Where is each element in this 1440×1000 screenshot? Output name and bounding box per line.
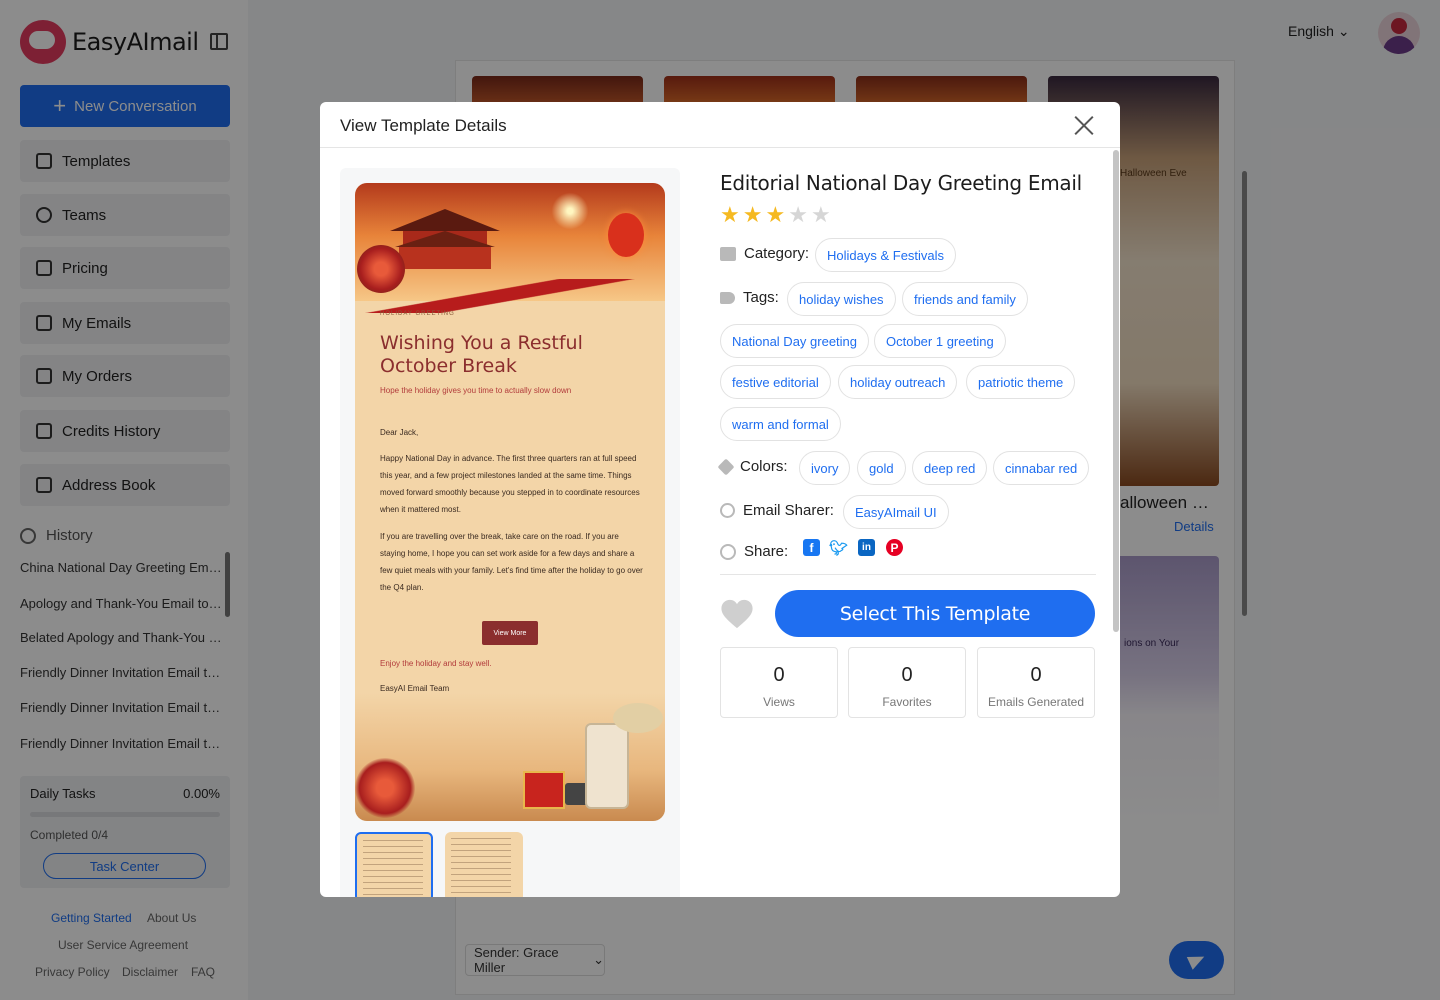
brush-icon: [717, 458, 735, 475]
stat-value: 0: [773, 664, 785, 686]
thumbnail-content: [363, 840, 423, 897]
color-chip[interactable]: cinnabar red: [993, 451, 1090, 485]
gift-box-icon: [523, 771, 565, 809]
color-chip[interactable]: ivory: [799, 451, 851, 485]
template-details-modal: View Template Details HOLIDAY GREETING W…: [320, 102, 1120, 897]
linkedin-icon[interactable]: in: [858, 539, 875, 556]
preview-greeting: Dear Jack,: [380, 428, 419, 437]
category-label: Category:: [744, 245, 810, 262]
stat-value: 0: [1030, 664, 1042, 686]
hat-icon: [613, 703, 663, 733]
sharer-label: Email Sharer:: [743, 502, 834, 519]
preview-signature: EasyAI Email Team: [380, 684, 450, 693]
preview-paragraph: Happy National Day in advance. The first…: [380, 454, 640, 514]
tag-chip[interactable]: patriotic theme: [966, 365, 1076, 399]
share-icon: [720, 543, 736, 560]
stat-emails-generated: 0 Emails Generated: [977, 647, 1095, 718]
tag-chip[interactable]: holiday outreach: [838, 365, 958, 399]
colors-label: Colors:: [740, 458, 788, 475]
ribbon-decoration: [355, 279, 665, 313]
stat-favorites: 0 Favorites: [848, 647, 966, 718]
tags-label: Tags:: [743, 289, 779, 306]
luggage-icon: [585, 723, 629, 809]
preview-thumbnail[interactable]: [355, 832, 433, 897]
share-label: Share:: [744, 543, 789, 560]
twitter-icon[interactable]: 🐦︎: [829, 539, 848, 557]
tag-chip[interactable]: National Day greeting: [720, 324, 870, 358]
divider: [720, 574, 1096, 575]
rating-stars: ★ ★ ★ ★ ★: [720, 202, 831, 228]
color-chip[interactable]: deep red: [912, 451, 988, 485]
select-template-button[interactable]: Select This Template: [775, 590, 1095, 637]
preview-thumbnail[interactable]: [445, 832, 523, 897]
preview-view-more-button: View More: [482, 621, 538, 645]
close-icon[interactable]: [1072, 113, 1096, 137]
email-preview: HOLIDAY GREETING Wishing You a Restful O…: [355, 183, 665, 821]
thumbnail-content: [451, 838, 511, 897]
folder-icon: [720, 246, 736, 261]
modal-header: View Template Details: [320, 102, 1120, 148]
tag-chip[interactable]: friends and family: [902, 282, 1028, 316]
favorite-heart-icon[interactable]: [720, 598, 754, 630]
modal-title: View Template Details: [340, 116, 507, 135]
star-empty-icon: ★: [810, 202, 831, 227]
sharer-chip[interactable]: EasyAImail UI: [843, 495, 949, 529]
preview-subheading: Hope the holiday gives you time to actua…: [380, 386, 572, 395]
tag-chip[interactable]: festive editorial: [720, 365, 831, 399]
lantern-icon: [608, 213, 644, 257]
star-empty-icon: ★: [788, 202, 808, 227]
star-filled-icon: ★: [720, 202, 740, 227]
pinterest-icon[interactable]: P: [886, 539, 903, 556]
category-chip[interactable]: Holidays & Festivals: [815, 238, 957, 272]
modal-scrollbar[interactable]: [1113, 150, 1119, 632]
star-filled-icon: ★: [765, 202, 786, 227]
preview-heading: Wishing You a Restful October Break: [380, 332, 583, 377]
share-row: Share:: [720, 543, 788, 560]
tag-chip[interactable]: October 1 greeting: [874, 324, 1006, 358]
template-title: Editorial National Day Greeting Email: [720, 171, 1082, 195]
star-filled-icon: ★: [742, 202, 763, 227]
preview-closing: Enjoy the holiday and stay well.: [380, 659, 492, 668]
user-circle-icon: [720, 503, 735, 518]
tag-chip[interactable]: warm and formal: [720, 407, 841, 441]
facebook-icon[interactable]: f: [803, 539, 820, 556]
stat-views: 0 Views: [720, 647, 838, 718]
stat-label: Emails Generated: [987, 695, 1085, 709]
color-chip[interactable]: gold: [857, 451, 906, 485]
stat-label: Views: [763, 695, 795, 709]
firework-icon: [550, 191, 590, 231]
category-row: Category:: [720, 245, 809, 262]
stat-label: Favorites: [882, 695, 932, 709]
tags-row: Tags:: [720, 289, 779, 306]
stat-value: 0: [901, 664, 913, 686]
preview-label: HOLIDAY GREETING: [380, 311, 455, 317]
tag-chip[interactable]: holiday wishes: [787, 282, 896, 316]
sharer-row: Email Sharer:: [720, 502, 834, 519]
preview-paragraph: If you are travelling over the break, ta…: [380, 532, 643, 592]
colors-row: Colors:: [717, 458, 788, 475]
flower-decoration: [355, 758, 415, 818]
tag-icon: [720, 291, 735, 304]
